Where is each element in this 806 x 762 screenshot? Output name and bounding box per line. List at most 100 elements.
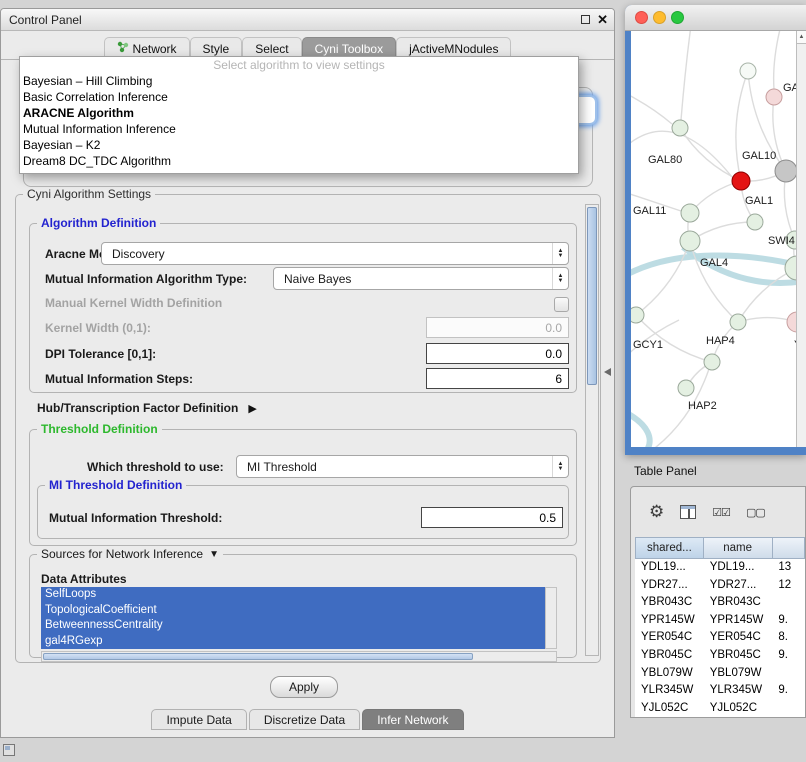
network-node[interactable] bbox=[732, 172, 750, 190]
dpi-tolerance-label: DPI Tolerance [0,1]: bbox=[45, 347, 156, 361]
restore-panel-icon[interactable] bbox=[3, 744, 15, 756]
table-cell: YPR145W bbox=[704, 612, 773, 630]
node-table: shared...name YDL19...YDL19...13YDR27...… bbox=[635, 537, 805, 717]
table-column-header[interactable]: name bbox=[704, 537, 773, 559]
table-column-header[interactable] bbox=[773, 537, 805, 559]
network-node[interactable] bbox=[775, 160, 797, 182]
algorithm-definition-title: Algorithm Definition bbox=[37, 216, 160, 230]
table-cell: 9. bbox=[772, 682, 805, 700]
window-close-light[interactable] bbox=[635, 11, 648, 24]
window-zoom-light[interactable] bbox=[671, 11, 684, 24]
table-row[interactable]: YPR145WYPR145W9. bbox=[635, 612, 805, 630]
deselect-all-columns-icon[interactable]: ▢▢ bbox=[746, 506, 765, 519]
gear-icon[interactable]: ⚙ bbox=[649, 502, 664, 522]
network-vertical-scrollbar[interactable]: ▲ bbox=[796, 31, 806, 447]
tab-impute-data[interactable]: Impute Data bbox=[151, 709, 246, 730]
columns-icon[interactable] bbox=[680, 505, 696, 519]
apply-button[interactable]: Apply bbox=[270, 676, 338, 698]
data-attribute-item[interactable]: gal4RGexp bbox=[41, 634, 545, 650]
desktop: Control Panel ✕ NetworkStyleSelectCyni T… bbox=[0, 0, 806, 762]
table-cell: YPR145W bbox=[635, 612, 704, 630]
attributes-horizontal-scrollbar[interactable] bbox=[41, 651, 557, 662]
which-threshold-select[interactable]: MI Threshold bbox=[236, 455, 569, 478]
tab-discretize-data[interactable]: Discretize Data bbox=[249, 709, 360, 730]
table-cell: YER054C bbox=[704, 629, 773, 647]
float-window-icon[interactable] bbox=[581, 15, 590, 24]
scroll-up-icon[interactable]: ▲ bbox=[797, 31, 806, 44]
network-node[interactable] bbox=[680, 231, 700, 251]
network-node-label: GAL4 bbox=[700, 257, 728, 269]
table-row[interactable]: YDR27...YDR27...12 bbox=[635, 577, 805, 595]
sources-section-toggle[interactable]: Sources for Network Inference ▼ bbox=[37, 547, 223, 561]
data-attribute-item[interactable]: TopologicalCoefficient bbox=[41, 603, 545, 619]
network-node-label: GCY1 bbox=[633, 339, 663, 351]
network-node-label: SWI4 bbox=[768, 235, 795, 247]
network-edge bbox=[774, 31, 781, 89]
network-node[interactable] bbox=[678, 380, 694, 396]
algorithm-dropdown-popup: Select algorithm to view settings Bayesi… bbox=[19, 56, 579, 174]
window-minimize-light[interactable] bbox=[653, 11, 666, 24]
network-node[interactable] bbox=[672, 120, 688, 136]
network-node[interactable] bbox=[730, 314, 746, 330]
mi-threshold-label: Mutual Information Threshold: bbox=[49, 511, 222, 525]
hub-section-toggle[interactable]: Hub/Transcription Factor Definition ▶ bbox=[37, 401, 257, 415]
algorithm-option[interactable]: Bayesian – K2 bbox=[20, 137, 578, 153]
algorithm-option[interactable]: Dream8 DC_TDC Algorithm bbox=[20, 153, 578, 169]
panel-collapse-arrow-icon[interactable] bbox=[604, 368, 611, 376]
dpi-tolerance-field[interactable] bbox=[426, 343, 569, 364]
mi-steps-field[interactable] bbox=[426, 368, 569, 389]
aracne-mode-select[interactable]: Discovery bbox=[101, 242, 569, 265]
table-cell: YBL079W bbox=[635, 665, 704, 683]
network-edge bbox=[681, 31, 691, 120]
table-row[interactable]: YBL079WYBL079W bbox=[635, 665, 805, 683]
kernel-width-field[interactable] bbox=[426, 317, 569, 338]
attributes-horizontal-scrollbar-thumb[interactable] bbox=[43, 653, 473, 660]
attributes-vertical-scrollbar[interactable] bbox=[545, 587, 557, 649]
network-icon bbox=[117, 41, 129, 56]
algorithm-option[interactable]: Basic Correlation Inference bbox=[20, 89, 578, 105]
combo-arrows-icon bbox=[552, 268, 568, 289]
control-panel-window: Control Panel ✕ NetworkStyleSelectCyni T… bbox=[0, 8, 615, 738]
sources-section-title: Sources for Network Inference bbox=[41, 547, 203, 561]
network-node[interactable] bbox=[740, 63, 756, 79]
mi-algorithm-type-select[interactable]: Naive Bayes bbox=[273, 267, 569, 290]
table-toolbar: ⚙ ☑☑ ▢▢ bbox=[631, 495, 805, 529]
table-body: YDL19...YDL19...13YDR27...YDR27...12YBR0… bbox=[635, 559, 805, 717]
algorithm-placeholder: Select algorithm to view settings bbox=[20, 57, 578, 73]
network-node[interactable] bbox=[747, 214, 763, 230]
table-cell: YBR043C bbox=[704, 594, 773, 612]
cyni-algorithm-settings-title: Cyni Algorithm Settings bbox=[23, 187, 155, 201]
algorithm-option[interactable]: Bayesian – Hill Climbing bbox=[20, 73, 578, 89]
mi-threshold-field[interactable] bbox=[421, 507, 563, 528]
table-row[interactable]: YJL052CYJL052C bbox=[635, 700, 805, 718]
algorithm-option[interactable]: ARACNE Algorithm bbox=[20, 105, 578, 121]
table-panel-window: ⚙ ☑☑ ▢▢ shared...name YDL19...YDL19...13… bbox=[630, 486, 806, 718]
settings-scrollbar-thumb[interactable] bbox=[587, 207, 597, 385]
aracne-mode-value: Discovery bbox=[102, 247, 552, 261]
network-canvas[interactable]: GALGAL80GAL10GAL11GAL1SWI4GAL4GCY1HAP4HA… bbox=[631, 31, 806, 447]
network-node[interactable] bbox=[704, 354, 720, 370]
data-attribute-item[interactable]: BetweennessCentrality bbox=[41, 618, 545, 634]
close-icon[interactable]: ✕ bbox=[597, 12, 608, 28]
table-row[interactable]: YBR045CYBR045C9. bbox=[635, 647, 805, 665]
table-cell: YJL052C bbox=[635, 700, 704, 718]
combo-arrows-icon bbox=[552, 456, 568, 477]
tab-infer-network[interactable]: Infer Network bbox=[362, 709, 463, 730]
algorithm-option[interactable]: Mutual Information Inference bbox=[20, 121, 578, 137]
table-cell: YBR043C bbox=[635, 594, 704, 612]
table-column-header[interactable]: shared... bbox=[635, 537, 704, 559]
table-row[interactable]: YLR345WYLR345W9. bbox=[635, 682, 805, 700]
manual-kernel-width-checkbox[interactable] bbox=[554, 297, 569, 312]
table-row[interactable]: YBR043CYBR043C bbox=[635, 594, 805, 612]
table-row[interactable]: YDL19...YDL19...13 bbox=[635, 559, 805, 577]
table-row[interactable]: YER054CYER054C8. bbox=[635, 629, 805, 647]
network-node[interactable] bbox=[681, 204, 699, 222]
algorithm-option-list: Bayesian – Hill ClimbingBasic Correlatio… bbox=[20, 73, 578, 169]
network-node[interactable] bbox=[766, 89, 782, 105]
settings-scrollbar[interactable] bbox=[585, 204, 599, 656]
select-all-columns-icon[interactable]: ☑☑ bbox=[712, 506, 730, 519]
table-cell: YDL19... bbox=[635, 559, 704, 577]
network-node[interactable] bbox=[631, 307, 644, 323]
data-attribute-item[interactable]: SelfLoops bbox=[41, 587, 545, 603]
mi-threshold-definition-title: MI Threshold Definition bbox=[45, 478, 186, 492]
